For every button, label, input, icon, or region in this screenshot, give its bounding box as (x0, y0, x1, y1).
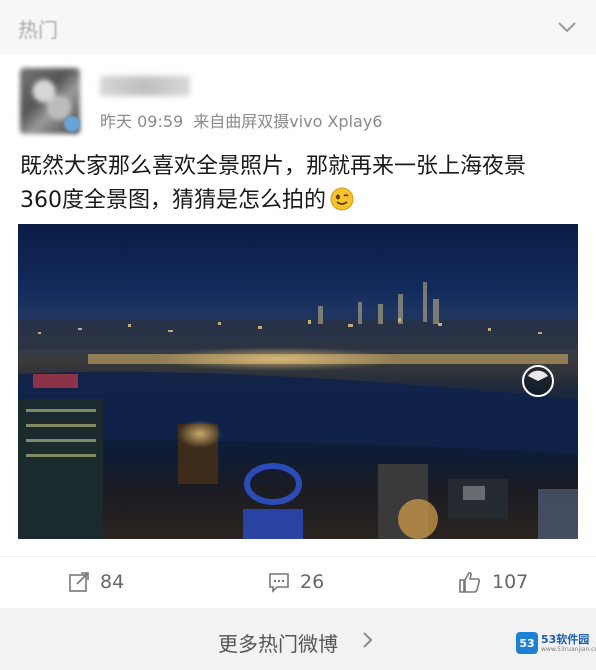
post-text: 既然大家那么喜欢全景照片，那就再来一张上海夜景 360度全景图，猜猜是怎么拍的 (20, 150, 580, 218)
repost-button[interactable]: 84 (68, 567, 124, 597)
post-source[interactable]: 来自曲屏双摄vivo Xplay6 (193, 112, 382, 131)
post-text-line-1: 既然大家那么喜欢全景照片，那就再来一张上海夜景 (20, 154, 527, 179)
repost-count: 84 (100, 571, 125, 593)
like-button[interactable]: 107 (458, 567, 528, 597)
thumbs-up-icon (459, 571, 481, 593)
verified-badge-icon (64, 116, 80, 132)
chevron-down-icon[interactable] (556, 16, 578, 38)
post-text-line-2: 360度全景图，猜猜是怎么拍的 (20, 188, 326, 213)
post-meta: 昨天 09:59 来自曲屏双摄vivo Xplay6 (100, 108, 392, 132)
repost-icon (69, 572, 89, 592)
chevron-right-icon (360, 630, 376, 650)
comment-count: 26 (300, 571, 325, 593)
divider (0, 556, 596, 557)
action-bar: 84 26 107 (0, 559, 596, 605)
comment-button[interactable]: 26 (268, 567, 324, 597)
post-time: 昨天 09:59 (100, 112, 184, 131)
watermark-url: www.53ruanjian.com (541, 645, 596, 653)
smile-emoji-icon (330, 187, 354, 211)
top-bar: 热门 (0, 0, 596, 54)
watermark-icon: 53 (516, 632, 538, 654)
panorama-360-icon[interactable] (521, 364, 555, 398)
more-hot-posts-button[interactable]: 更多热门微博 (0, 608, 596, 670)
more-hot-posts-label: 更多热门微博 (218, 632, 338, 656)
watermark-logo: 53 53软件园 www.53ruanjian.com (516, 628, 596, 658)
post-card: 昨天 09:59 来自曲屏双摄vivo Xplay6 既然大家那么喜欢全景照片，那… (0, 54, 596, 608)
page-title: 热门 (18, 18, 58, 42)
watermark-title: 53软件园 (541, 632, 590, 646)
like-count: 107 (492, 571, 529, 593)
panorama-photo[interactable] (18, 224, 578, 539)
username-blurred[interactable] (100, 76, 190, 96)
comment-icon (269, 573, 289, 593)
